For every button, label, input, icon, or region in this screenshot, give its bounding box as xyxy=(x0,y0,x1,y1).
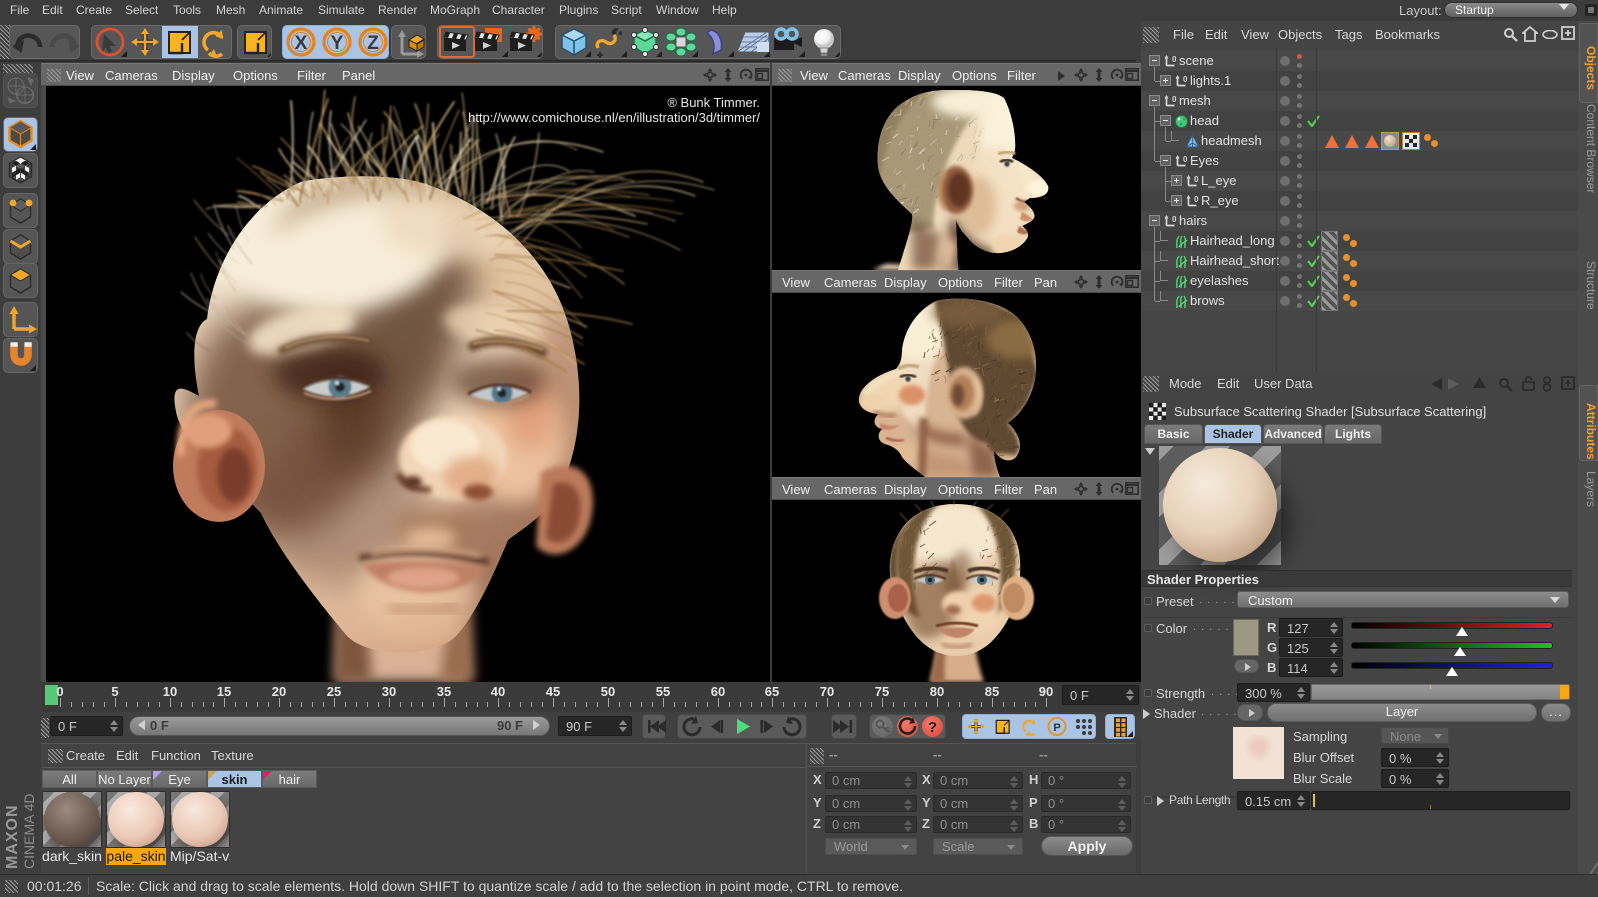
svg-text:X: X xyxy=(295,33,308,54)
svg-text:P: P xyxy=(1053,722,1060,734)
svg-text:?: ? xyxy=(928,719,937,736)
svg-text:0: 0 xyxy=(1172,215,1177,224)
svg-text:0: 0 xyxy=(1183,155,1188,164)
svg-text:® Bunk Timmer.: ® Bunk Timmer. xyxy=(667,95,760,110)
svg-text:http://www.comichouse.nl/en/il: http://www.comichouse.nl/en/illustration… xyxy=(468,110,760,125)
svg-text:0: 0 xyxy=(1172,95,1177,104)
svg-text:Y: Y xyxy=(331,33,344,54)
svg-text:0: 0 xyxy=(1172,55,1177,64)
svg-text:Z: Z xyxy=(367,33,379,54)
svg-text:0: 0 xyxy=(1194,195,1199,204)
svg-text:0: 0 xyxy=(1183,75,1188,84)
svg-text:0: 0 xyxy=(1194,175,1199,184)
